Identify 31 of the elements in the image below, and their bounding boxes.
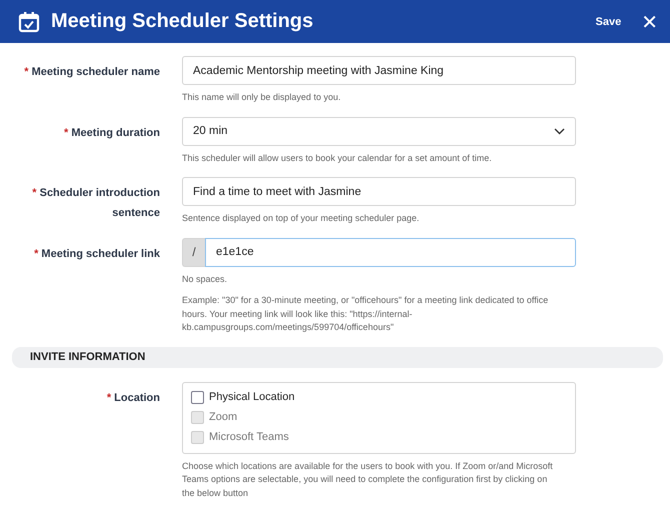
required-mark: *: [64, 126, 68, 138]
field-label: * Location: [106, 392, 160, 404]
field-label: * Meeting duration: [64, 126, 160, 138]
checkbox-label: Microsoft Teams: [209, 431, 289, 443]
window-title: Meeting Scheduler Settings: [51, 10, 314, 33]
checkbox-label: Zoom: [209, 411, 238, 423]
close-button[interactable]: ✕: [639, 10, 660, 32]
help-text: Sentence displayed on top of your meeting scheduler page.: [182, 212, 420, 225]
save-button[interactable]: Save: [592, 12, 626, 32]
required-mark: *: [32, 187, 37, 199]
help-text: No spaces.: [182, 272, 228, 286]
prefix-label: /: [182, 238, 205, 266]
checkbox[interactable]: [191, 390, 204, 404]
help-text: Example: "30" for a 30-minute meeting, or "officehours" for a meeting link dedicated to office hours. Your meeting link will look like this: "https://internal-kb.campusgroups.com/meetings/599704/officehours": [182, 294, 550, 334]
checkbox-label: Physical Location: [209, 391, 295, 403]
text-field[interactable]: e1e1ce: [205, 238, 576, 266]
required-mark: *: [106, 392, 112, 404]
text-field[interactable]: Find a time to meet with Jasmine: [182, 177, 576, 206]
required-mark: *: [34, 248, 38, 260]
help-text: Choose which locations are available for the users to book with you. If Zoom or/and Microsoft Teams options are selectable, you will need to complete the configuration first by clicking on the below button: [182, 460, 554, 500]
help-text: This name will only be displayed to you.: [182, 91, 342, 104]
field-label: * Scheduler introduction sentence: [32, 187, 160, 219]
dropdown[interactable]: 20 min: [182, 116, 576, 146]
calendar-check-icon: [18, 10, 40, 32]
chevron-down-icon: [554, 128, 565, 134]
section-header: INVITE INFORMATION: [12, 346, 663, 368]
text-field[interactable]: Academic Mentorship meeting with Jasmine King: [182, 56, 576, 85]
field-label: * Meeting scheduler link: [34, 248, 160, 260]
required-mark: *: [24, 66, 29, 78]
help-text: This scheduler will allow users to book your calendar for a set amount of time.: [182, 152, 493, 165]
field-label: * Meeting scheduler name: [24, 66, 160, 78]
